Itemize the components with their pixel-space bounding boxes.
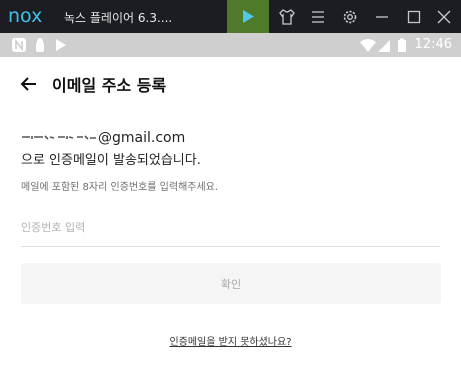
battery-icon bbox=[398, 38, 406, 52]
close-icon bbox=[437, 10, 451, 24]
menu-icon bbox=[312, 11, 324, 23]
code-hint: 메일에 포함된 8자리 인증번호를 입력해주세요. bbox=[21, 182, 219, 193]
emulator-titlebar: nox 녹스 플레이어 6.3.... bbox=[0, 0, 461, 33]
play-store-button[interactable] bbox=[227, 0, 269, 33]
maximize-icon bbox=[407, 10, 421, 24]
gear-icon bbox=[343, 10, 357, 24]
verification-code-input[interactable] bbox=[21, 208, 440, 247]
tshirt-icon bbox=[279, 9, 295, 25]
status-clock: 12:46 bbox=[414, 37, 452, 52]
page-title: 이메일 주소 등록 bbox=[52, 76, 167, 95]
sent-message: 으로 인증메일이 발송되었습니다. bbox=[21, 153, 201, 168]
masked-email-user bbox=[21, 133, 98, 143]
wifi-icon bbox=[360, 39, 376, 52]
android-statusbar: 12:46 bbox=[0, 33, 461, 57]
email-address: @gmail.com bbox=[21, 130, 185, 146]
email-domain: @gmail.com bbox=[98, 130, 186, 146]
play-icon bbox=[243, 10, 254, 23]
confirm-button[interactable]: 확인 bbox=[21, 263, 441, 304]
minimize-icon bbox=[376, 16, 388, 18]
resend-email-link[interactable]: 인증메일을 받지 못하셨나요? bbox=[0, 333, 461, 348]
app-header: 이메일 주소 등록 bbox=[0, 57, 461, 109]
theme-button[interactable] bbox=[277, 7, 297, 27]
download-icon bbox=[56, 39, 66, 51]
status-system-icons bbox=[360, 38, 406, 52]
status-notification-icons bbox=[12, 38, 66, 52]
android-icon bbox=[36, 38, 44, 52]
nox-logo: nox bbox=[8, 5, 43, 27]
back-arrow-icon[interactable] bbox=[18, 73, 40, 95]
window-title: 녹스 플레이어 6.3.... bbox=[64, 11, 173, 25]
nox-notification-icon bbox=[12, 38, 26, 52]
maximize-button[interactable] bbox=[404, 7, 424, 27]
close-button[interactable] bbox=[434, 7, 454, 27]
signal-icon bbox=[378, 40, 390, 52]
menu-button[interactable] bbox=[308, 7, 328, 27]
settings-button[interactable] bbox=[340, 7, 360, 27]
minimize-button[interactable] bbox=[372, 7, 392, 27]
